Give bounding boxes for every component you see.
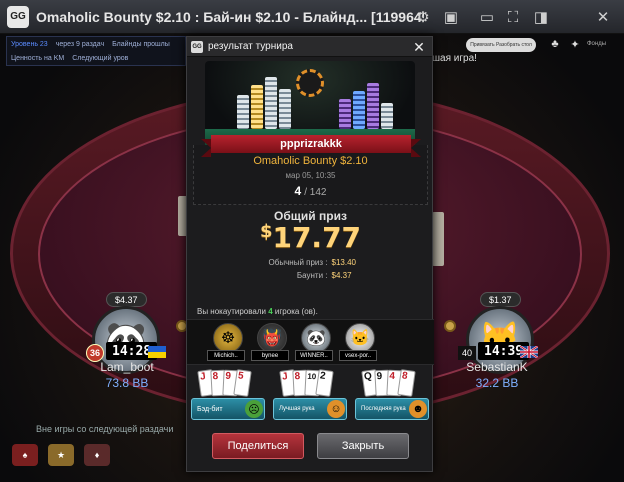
share-button[interactable]: Поделиться — [212, 433, 304, 459]
green-card-icon[interactable]: ♣ — [548, 38, 562, 52]
layout-icon[interactable]: ▣ — [440, 7, 462, 27]
regular-prize-row: Обычный приз : $13.40 — [187, 258, 434, 267]
uk-flag-icon — [520, 346, 538, 358]
tournament-result-dialog: GG результат турнира ✕ ppprizrakkk Omaho… — [186, 36, 434, 472]
regular-prize-value: $13.40 — [331, 258, 356, 267]
player-bounty: $4.37 — [106, 292, 147, 307]
minimize-icon[interactable]: ▭ — [476, 7, 498, 27]
knocked-player-name: vsex-por.. — [339, 350, 377, 361]
close-icon[interactable]: ✕ — [411, 39, 427, 55]
tournament-info-bar: Уровень 23 через 9 раздач Блайнды прошлы… — [6, 36, 186, 66]
regular-prize-label: Обычный приз : — [268, 258, 328, 267]
table-options-pill[interactable]: Привязать Разобрать стол — [466, 38, 536, 52]
knocked-player-name: WINNER.. — [295, 350, 333, 361]
dialog-header: GG результат турнира ✕ — [187, 37, 432, 57]
gear-icon[interactable]: ⚙ — [412, 7, 434, 27]
knocked-player-name: Michich.. — [207, 350, 245, 361]
sit-out-next-hand-option[interactable]: Вне игры со следующей раздачи — [36, 424, 173, 434]
white-cat-icon[interactable]: 🐱 — [345, 323, 375, 353]
award-last-hand[interactable]: Q 9 4 8 Последняя рука ☻ — [355, 368, 429, 424]
bad-beat-cards: J 8 9 5 — [197, 369, 257, 400]
bounty-label: Баунти : — [296, 271, 328, 280]
next-level-info: Следующий уров — [72, 54, 129, 62]
poker-table-window: GG Omaholic Bounty $2.10 : Бай-ин $2.10 … — [0, 0, 624, 482]
tournament-date: мар 05, 10:35 — [285, 171, 336, 180]
player-name: Lam_boot — [100, 360, 154, 374]
knocked-player-name: bynee — [251, 350, 289, 361]
maximize-icon[interactable]: ⛶ — [502, 7, 524, 27]
knockout-count: 4 — [268, 307, 273, 316]
blind-level: Уровень 23 — [11, 40, 48, 48]
panda-icon[interactable]: 🐼 — [301, 323, 331, 353]
knockout-summary: Вы нокаутировали 4 игрока (ов). — [197, 307, 318, 316]
award-label: Лучшая рука — [279, 406, 315, 412]
award-bad-beat[interactable]: J 8 9 5 Бэд-бит ☹ — [191, 368, 265, 424]
player-stack: 73.8 BB — [105, 376, 149, 390]
card: 8 — [397, 369, 416, 397]
ukraine-flag-icon — [148, 346, 166, 358]
total-prize-value: $17.77 — [187, 221, 434, 254]
last-hand-icon: ☻ — [409, 400, 427, 418]
winner-ribbon: ppprizrakkk — [201, 135, 421, 157]
bounty-row: Баунти : $4.37 — [187, 271, 434, 280]
award-best-hand[interactable]: J 8 10 2 Лучшая рука ☺ — [273, 368, 347, 424]
monster-icon[interactable]: 👹 — [257, 323, 287, 353]
best-hand-cards: J 8 10 2 — [279, 369, 339, 400]
total-players: / 142 — [304, 187, 327, 198]
card: 5 — [233, 369, 252, 397]
player-level-badge: 40 — [458, 346, 476, 360]
app-logo: GG — [7, 5, 29, 28]
card: 2 — [315, 369, 334, 397]
gift-icon[interactable]: ✦ — [568, 38, 582, 52]
knockout-prefix: Вы нокаутировали — [197, 307, 266, 316]
prize-amount: 17.77 — [272, 221, 362, 254]
best-hand-icon: ☺ — [327, 400, 345, 418]
restore-icon[interactable]: ◨ — [530, 7, 552, 27]
app-logo-icon: GG — [191, 40, 203, 53]
bad-beat-icon: ☹ — [245, 400, 263, 418]
dealer-chip — [444, 320, 456, 332]
dialog-title: результат турнира — [208, 41, 293, 52]
last-hand-cards: Q 9 4 8 — [361, 369, 421, 400]
close-button[interactable]: Закрыть — [317, 433, 409, 459]
next-level-countdown: через 9 раздач — [55, 40, 105, 48]
rewards-icon[interactable]: ♦ — [84, 444, 110, 466]
close-icon[interactable]: ✕ — [592, 7, 614, 27]
promo-icon[interactable]: ★ — [48, 444, 74, 466]
funds-label[interactable]: Фонды — [587, 41, 606, 47]
tournament-name: Omaholic Bounty $2.10 — [253, 155, 368, 167]
title-bar: GG Omaholic Bounty $2.10 : Бай-ин $2.10 … — [0, 0, 624, 34]
prize-currency: $ — [259, 221, 273, 242]
blinds-info: Блайнды прошлы — [112, 40, 170, 48]
golden-buddha-icon[interactable]: ☸ — [213, 323, 243, 353]
window-title: Omaholic Bounty $2.10 : Бай-ин $2.10 - Б… — [36, 8, 424, 25]
ante-info: Ценность на KM — [11, 54, 65, 62]
chat-message-fragment: шая игра! — [432, 53, 477, 64]
lobby-icon[interactable]: ♠ — [12, 444, 38, 466]
knockout-suffix: игрока (ов). — [274, 307, 318, 316]
place-number: 4 — [294, 184, 302, 198]
player-bounty: $1.37 — [480, 292, 521, 307]
award-label: Последняя рука — [361, 406, 406, 412]
trophy-chip-icon — [296, 69, 324, 97]
player-stack: 32.2 BB — [475, 376, 519, 390]
finish-place: 4 / 142 — [187, 184, 434, 198]
award-label: Бэд-бит — [197, 405, 223, 413]
bounty-value: $4.37 — [331, 271, 352, 280]
player-name: SebastianK — [466, 360, 528, 374]
